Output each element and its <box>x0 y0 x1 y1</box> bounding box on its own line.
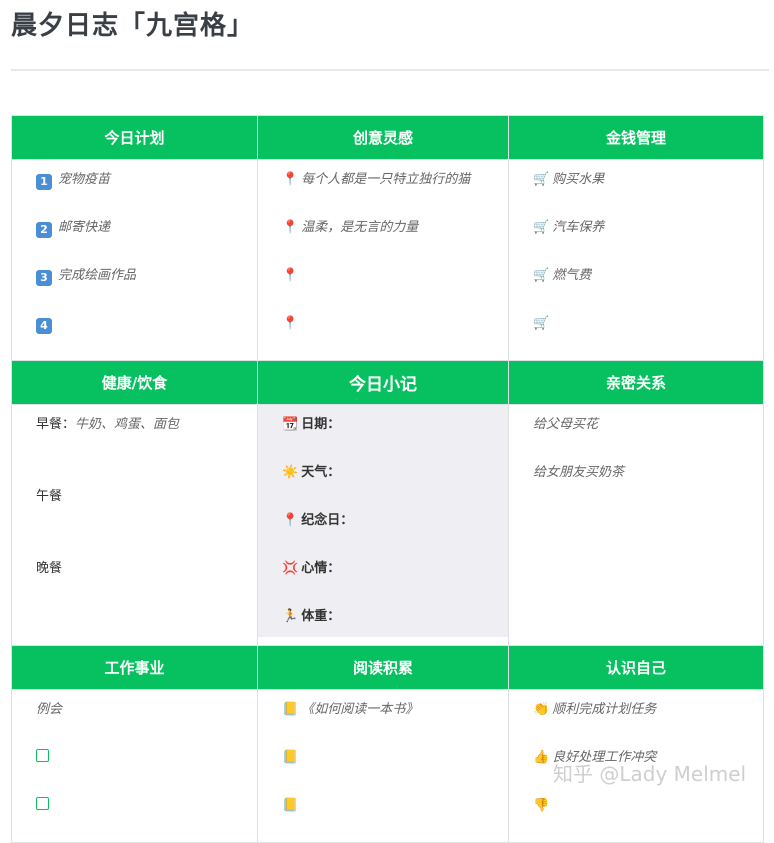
health-cell: 早餐：牛奶、鸡蛋、面包 午餐 晚餐 <box>11 404 258 646</box>
notes-weather-label: 天气： <box>301 465 341 480</box>
pin-icon: 📍 <box>282 513 299 528</box>
reading-item: 📒 <box>282 746 508 794</box>
reading-item-text: 《如何阅读一本书》 <box>301 702 419 717</box>
plan-item-text: 完成绘画作品 <box>58 268 137 283</box>
header-row-3: 工作事业 阅读积累 认识自己 <box>11 645 764 690</box>
clapping-hands-icon: 👏 <box>533 702 550 717</box>
self-item-text: 顺利完成计划任务 <box>552 702 657 717</box>
inspiration-cell: 📍 每个人都是一只特立独行的猫 📍 温柔，是无言的力量 📍 📍 <box>257 159 509 361</box>
plan-item: 4 <box>36 312 257 360</box>
plan-item-text: 宠物疫苗 <box>58 172 111 187</box>
header-reading: 阅读积累 <box>257 645 509 690</box>
keycap-2-icon: 2 <box>36 222 52 238</box>
money-item: 🛒 购买水果 <box>533 168 763 216</box>
inspiration-item-text: 温柔，是无言的力量 <box>301 220 419 235</box>
pin-icon: 📍 <box>282 220 299 235</box>
notebook-icon: 📒 <box>282 750 299 765</box>
keycap-1-icon: 1 <box>36 174 52 190</box>
reading-item: 📒 《如何阅读一本书》 <box>282 698 508 746</box>
notes-mood-label: 心情： <box>301 561 341 576</box>
work-todo <box>36 746 257 794</box>
header-row-2: 健康/饮食 今日小记 亲密关系 <box>11 360 764 405</box>
header-health: 健康/饮食 <box>11 360 258 405</box>
keycap-4-icon: 4 <box>36 318 52 334</box>
pin-icon: 📍 <box>282 268 299 283</box>
work-cell: 例会 <box>11 689 258 843</box>
pin-icon: 📍 <box>282 316 299 331</box>
plan-item: 2 邮寄快递 <box>36 216 257 264</box>
content-row-2: 早餐：牛奶、鸡蛋、面包 午餐 晚餐 📆 日期： ☀️ 天气： 📍 纪念日： 💢 心情： … <box>11 404 764 646</box>
breakfast-line: 早餐：牛奶、鸡蛋、面包 <box>36 413 257 485</box>
shopping-cart-icon: 🛒 <box>533 220 550 235</box>
checkbox-icon[interactable] <box>36 749 49 762</box>
notebook-icon: 📒 <box>282 798 299 813</box>
page-title: 晨夕日志「九宫格」 <box>11 11 255 41</box>
notebook-icon: 📒 <box>282 702 299 717</box>
header-family: 亲密关系 <box>508 360 764 405</box>
inspiration-item: 📍 <box>282 312 508 360</box>
notes-mood: 💢 心情： <box>282 557 508 605</box>
money-item: 🛒 燃气费 <box>533 264 763 312</box>
breakfast-label: 早餐： <box>36 417 76 432</box>
notes-weight: 🏃 体重： <box>282 605 508 637</box>
inspiration-item: 📍 每个人都是一只特立独行的猫 <box>282 168 508 216</box>
work-item: 例会 <box>36 702 63 717</box>
anger-symbol-icon: 💢 <box>282 561 299 576</box>
inspiration-item: 📍 <box>282 264 508 312</box>
notes-weather: ☀️ 天气： <box>282 461 508 509</box>
header-self: 认识自己 <box>508 645 764 690</box>
plan-cell: 1 宠物疫苗 2 邮寄快递 3 完成绘画作品 4 <box>11 159 258 361</box>
work-todo <box>36 794 257 842</box>
runner-icon: 🏃 <box>282 609 299 624</box>
reading-item: 📒 <box>282 794 508 842</box>
calendar-icon: 📆 <box>282 417 299 432</box>
reading-cell: 📒 《如何阅读一本书》 📒 📒 <box>257 689 509 843</box>
title-divider <box>11 69 769 71</box>
content-row-1: 1 宠物疫苗 2 邮寄快递 3 完成绘画作品 4 📍 每个人都是一只特立独行的猫 📍 温柔… <box>11 159 764 361</box>
self-item: 👎 <box>533 794 763 842</box>
shopping-cart-icon: 🛒 <box>533 316 550 331</box>
thumbs-down-icon: 👎 <box>533 798 550 813</box>
breakfast-value: 牛奶、鸡蛋、面包 <box>75 417 180 432</box>
notes-cell: 📆 日期： ☀️ 天气： 📍 纪念日： 💢 心情： 🏃 体重： <box>257 404 509 646</box>
notes-date-label: 日期： <box>301 417 341 432</box>
money-item: 🛒 汽车保养 <box>533 216 763 264</box>
nine-grid-table: 今日计划 创意灵感 金钱管理 1 宠物疫苗 2 邮寄快递 3 完成绘画作品 4 📍 每个… <box>11 115 764 843</box>
header-work: 工作事业 <box>11 645 258 690</box>
dinner-line: 晚餐 <box>36 561 63 576</box>
money-cell: 🛒 购买水果 🛒 汽车保养 🛒 燃气费 🛒 <box>508 159 764 361</box>
checkbox-icon[interactable] <box>36 797 49 810</box>
notes-anniversary: 📍 纪念日： <box>282 509 508 557</box>
inspiration-item: 📍 温柔，是无言的力量 <box>282 216 508 264</box>
pin-icon: 📍 <box>282 172 299 187</box>
family-cell: 给父母买花 给女朋友买奶茶 <box>508 404 764 646</box>
thumbs-up-icon: 👍 <box>533 750 550 765</box>
money-item-text: 燃气费 <box>552 268 592 283</box>
plan-item-text: 邮寄快递 <box>58 220 111 235</box>
family-item: 给父母买花 <box>533 417 599 432</box>
money-item-text: 汽车保养 <box>552 220 605 235</box>
sun-icon: ☀️ <box>282 465 299 480</box>
notes-date: 📆 日期： <box>282 413 508 461</box>
header-money: 金钱管理 <box>508 115 764 160</box>
header-notes: 今日小记 <box>257 360 509 405</box>
plan-item: 3 完成绘画作品 <box>36 264 257 312</box>
family-item: 给女朋友买奶茶 <box>533 465 625 480</box>
lunch-line: 午餐 <box>36 489 63 504</box>
notes-weight-label: 体重： <box>301 609 341 624</box>
plan-item: 1 宠物疫苗 <box>36 168 257 216</box>
keycap-3-icon: 3 <box>36 270 52 286</box>
self-item: 👏 顺利完成计划任务 <box>533 698 763 746</box>
header-inspiration: 创意灵感 <box>257 115 509 160</box>
notes-anniversary-label: 纪念日： <box>301 513 354 528</box>
money-item-text: 购买水果 <box>552 172 605 187</box>
watermark: 知乎 @Lady Melmel <box>553 762 747 786</box>
header-plan: 今日计划 <box>11 115 258 160</box>
money-item: 🛒 <box>533 312 763 360</box>
shopping-cart-icon: 🛒 <box>533 268 550 283</box>
inspiration-item-text: 每个人都是一只特立独行的猫 <box>301 172 471 187</box>
header-row-1: 今日计划 创意灵感 金钱管理 <box>11 115 764 160</box>
shopping-cart-icon: 🛒 <box>533 172 550 187</box>
